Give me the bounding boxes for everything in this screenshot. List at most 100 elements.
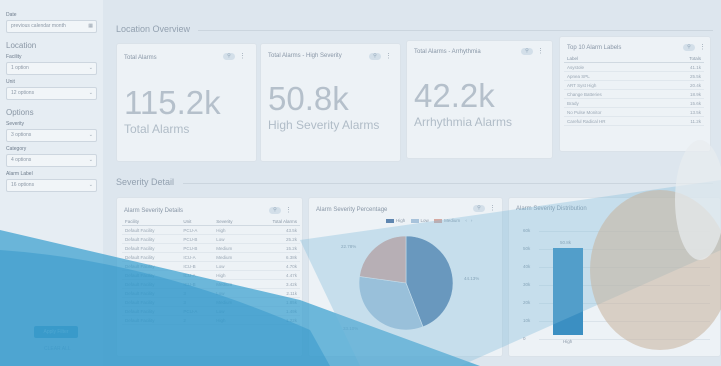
table-cell: Medium xyxy=(213,252,250,262)
alarm-label-select[interactable]: 16 options ⌄ xyxy=(6,179,97,192)
table-cell: Medium xyxy=(213,297,250,307)
kpi-value: 42.2k xyxy=(414,77,495,114)
table-cell: Default Facility xyxy=(122,279,181,289)
table-row[interactable]: Default Facility PCU-A Low 1.49k xyxy=(122,306,300,316)
table-cell: 25.2k xyxy=(249,234,300,244)
table-row[interactable]: Default Facility 2 High 1.22k xyxy=(122,315,300,325)
unit-select[interactable]: 12 options ⌄ xyxy=(6,87,97,100)
pie-label-medium: 22.78% xyxy=(341,244,357,249)
filter-icon[interactable]: ⚲ xyxy=(369,52,381,60)
table-row[interactable]: Careful Radical HR 11.2k xyxy=(564,116,704,126)
column-header[interactable]: Label xyxy=(564,55,665,63)
facility-select[interactable]: 1 option ⌄ xyxy=(6,62,97,75)
table-cell: Default Facility xyxy=(122,297,181,307)
kpi-value: 50.8k xyxy=(268,80,349,117)
more-options-icon[interactable]: ⋮ xyxy=(285,206,292,214)
table-cell: 3 xyxy=(180,288,214,298)
top-labels-table: Label Totals Asystole 41.1k Apnea SPL 25.5k… xyxy=(564,55,704,126)
table-cell: 43.5k xyxy=(249,225,300,235)
table-cell: 2 xyxy=(180,315,214,325)
column-header[interactable]: Total Alarms xyxy=(249,218,300,226)
table-row[interactable]: Apnea SPL 25.5k xyxy=(564,71,704,81)
chevron-down-icon: ⌄ xyxy=(88,132,93,138)
table-cell: Default Facility xyxy=(122,306,181,316)
table-cell: PCU-B xyxy=(180,243,214,253)
table-cell: PCU-B xyxy=(180,234,214,244)
filter-icon[interactable]: ⚲ xyxy=(223,52,235,60)
table-row[interactable]: ART Syst High 20.4k xyxy=(564,80,704,90)
x-axis-label: High xyxy=(563,339,573,344)
table-cell: 6.38k xyxy=(249,252,300,262)
kpi-card-arrhythmia: Total Alarms - Arrhythmia ⚲ ⋮ 42.2k Arrhy… xyxy=(406,40,553,159)
table-cell: ICU-A xyxy=(180,270,214,280)
total-cell: 41.1k xyxy=(664,62,704,72)
y-tick-label: 50k xyxy=(523,246,531,251)
alarm-label-label: Alarm Label xyxy=(6,171,33,177)
table-row[interactable]: Default Facility 3 Medium 1.85k xyxy=(122,297,300,307)
y-tick-label: 10k xyxy=(523,318,531,323)
facility-label: Facility xyxy=(6,54,22,60)
more-options-icon[interactable]: ⋮ xyxy=(239,52,246,60)
alarm-severity-details-card: Alarm Severity Details ⚲ ⋮ Facility Unit Se… xyxy=(116,197,303,357)
card-tools: ⚲ ⋮ xyxy=(223,52,246,60)
table-cell: Low xyxy=(213,261,250,271)
table-row[interactable]: Default Facility PCU-B Medium 15.2k xyxy=(122,243,300,253)
column-header[interactable]: Totals xyxy=(664,55,704,63)
table-cell: High xyxy=(213,270,250,280)
table-row[interactable]: Brady 15.6k xyxy=(564,98,704,108)
table-cell: 3.42k xyxy=(249,279,300,289)
total-cell: 18.9k xyxy=(664,89,704,99)
filter-icon[interactable]: ⚲ xyxy=(683,43,695,51)
location-section-title: Location xyxy=(6,41,37,50)
filter-icon[interactable]: ⚲ xyxy=(521,47,533,55)
table-row[interactable]: Asystole 41.1k xyxy=(564,62,704,72)
more-options-icon[interactable]: ⋮ xyxy=(699,43,706,51)
kpi-title: Total Alarms xyxy=(124,55,157,61)
pie-slice-medium[interactable] xyxy=(359,235,407,284)
table-row[interactable]: Default Facility ICU-A Medium 6.38k xyxy=(122,252,300,262)
total-cell: 13.5k xyxy=(664,107,704,117)
apply-filter-button[interactable]: Apply Filter xyxy=(34,326,78,338)
total-cell: 15.6k xyxy=(664,98,704,108)
date-select[interactable]: previous calendar month ▦ xyxy=(6,20,97,33)
kpi-subtitle: High Severity Alarms xyxy=(268,118,380,132)
more-options-icon[interactable]: ⋮ xyxy=(537,47,544,55)
table-row[interactable]: Default Facility PCU-B Low 25.2k xyxy=(122,234,300,244)
more-options-icon[interactable]: ⋮ xyxy=(385,52,392,60)
table-row[interactable]: Default Facility ICU-B Medium 3.42k xyxy=(122,279,300,289)
pie-label-low: 33.10% xyxy=(343,326,359,331)
table-cell: Default Facility xyxy=(122,288,181,298)
table-cell: Default Facility xyxy=(122,225,181,235)
column-header[interactable]: Severity xyxy=(213,218,250,226)
alarm-severity-distribution-card: Alarm Severity Distribution 60k 50k 40k 30k… xyxy=(508,197,721,357)
table-row[interactable]: Default Facility ICU-B Low 4.70k xyxy=(122,261,300,271)
severity-select[interactable]: 3 options ⌄ xyxy=(6,129,97,142)
table-cell: 4.70k xyxy=(249,261,300,271)
kpi-subtitle: Total Alarms xyxy=(124,122,190,136)
kpi-title: Total Alarms - Arrhythmia xyxy=(414,49,481,55)
table-cell: 1.85k xyxy=(249,297,300,307)
top-alarm-labels-card: Top 10 Alarm Labels ⚲ ⋮ Label Totals Asys… xyxy=(559,36,711,152)
table-row[interactable]: Default Facility 3 Low 2.11k xyxy=(122,288,300,298)
label-cell: No Pulse Monitor xyxy=(564,107,665,117)
section-divider xyxy=(183,183,713,184)
table-cell: 1.49k xyxy=(249,306,300,316)
table-row[interactable]: Default Facility PCU-A High 43.5k xyxy=(122,225,300,235)
table-row[interactable]: Change Batteries 18.9k xyxy=(564,89,704,99)
column-header[interactable]: Facility xyxy=(122,218,181,226)
table-cell: Default Facility xyxy=(122,315,181,325)
card-tools: ⚲ ⋮ xyxy=(369,52,392,60)
label-cell: Brady xyxy=(564,98,665,108)
card-title: Alarm Severity Distribution xyxy=(516,206,587,212)
table-cell: 1.22k xyxy=(249,315,300,325)
column-header[interactable]: Unit xyxy=(180,218,214,226)
high-severity-bar[interactable] xyxy=(553,248,583,335)
table-row[interactable]: No Pulse Monitor 13.5k xyxy=(564,107,704,117)
table-row[interactable]: Default Facility ICU-A High 4.47k xyxy=(122,270,300,280)
y-tick-label: 20k xyxy=(523,300,531,305)
total-cell: 20.4k xyxy=(664,80,704,90)
clear-all-link[interactable]: CLEAR ALL xyxy=(44,346,71,352)
category-select[interactable]: 4 options ⌄ xyxy=(6,154,97,167)
filter-icon[interactable]: ⚲ xyxy=(269,206,281,214)
section-divider xyxy=(198,30,713,31)
